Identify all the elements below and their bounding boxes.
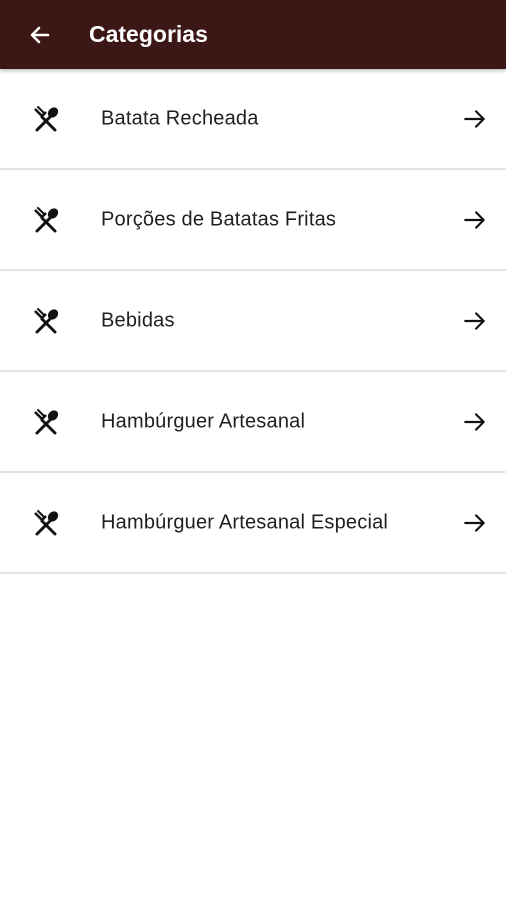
arrow-right-icon[interactable] (460, 205, 490, 235)
category-row-porcoes-de-batatas-fritas[interactable]: Porções de Batatas Fritas (0, 170, 506, 271)
category-label: Hambúrguer Artesanal Especial (101, 511, 389, 533)
utensils-icon (31, 407, 61, 437)
utensils-icon (31, 306, 61, 336)
category-label: Batata Recheada (101, 107, 259, 129)
category-row-batata-recheada[interactable]: Batata Recheada (0, 69, 506, 170)
back-button[interactable] (20, 15, 60, 55)
category-row-hamburguer-artesanal-especial[interactable]: Hambúrguer Artesanal Especial (0, 473, 506, 574)
category-list: Batata Recheada Porções de Batatas Frita… (0, 69, 506, 574)
utensils-icon (31, 104, 61, 134)
category-label: Porções de Batatas Fritas (101, 208, 337, 230)
category-label: Bebidas (101, 309, 175, 331)
arrow-right-icon[interactable] (460, 306, 490, 336)
arrow-right-icon[interactable] (460, 508, 490, 538)
arrow-right-icon[interactable] (460, 104, 490, 134)
app-bar: Categorias (0, 0, 506, 69)
category-row-hamburguer-artesanal[interactable]: Hambúrguer Artesanal (0, 372, 506, 473)
utensils-icon (31, 205, 61, 235)
arrow-left-icon (30, 26, 50, 43)
page-title: Categorias (89, 21, 208, 47)
category-label: Hambúrguer Artesanal (101, 410, 306, 432)
utensils-icon (31, 508, 61, 538)
arrow-right-icon[interactable] (460, 407, 490, 437)
category-row-bebidas[interactable]: Bebidas (0, 271, 506, 372)
